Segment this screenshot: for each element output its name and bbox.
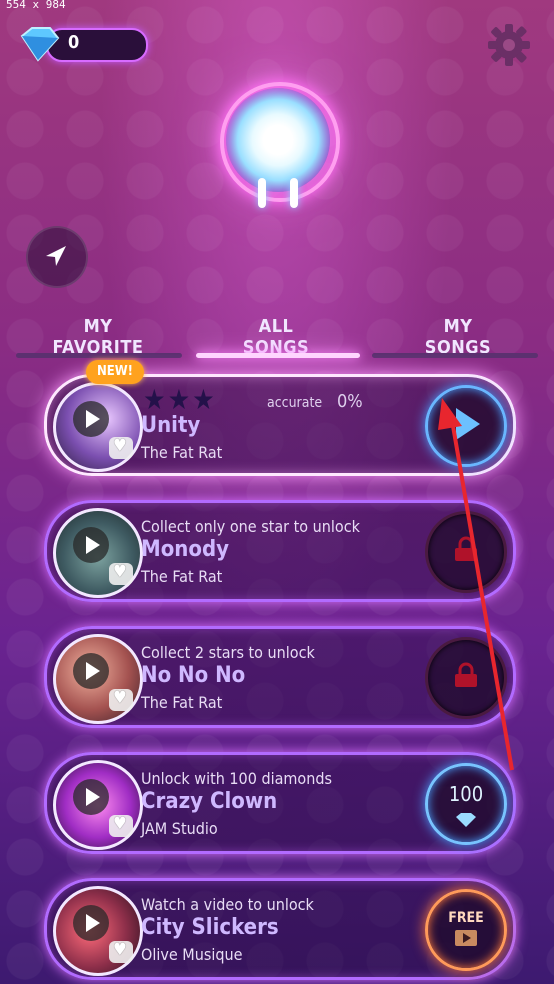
favorite-heart-icon[interactable] xyxy=(109,688,133,711)
song-artist: The Fat Rat xyxy=(141,443,223,462)
share-button[interactable] xyxy=(26,226,88,288)
unlock-condition: Collect 2 stars to unlock xyxy=(141,643,315,662)
unlock-condition: Unlock with 100 diamonds xyxy=(141,769,332,788)
favorite-heart-icon[interactable] xyxy=(109,940,133,963)
favorite-heart-icon[interactable] xyxy=(109,436,133,459)
song-card-city-slickers[interactable]: Watch a video to unlock City Slickers Ol… xyxy=(44,878,516,980)
diamond-count: 0 xyxy=(68,32,80,53)
video-icon xyxy=(455,930,477,946)
diamond-price: 100 xyxy=(448,782,484,806)
screen-size-label: 554 x 984 xyxy=(6,0,66,11)
preview-play-icon[interactable] xyxy=(73,401,109,437)
song-title: No No No xyxy=(141,663,246,688)
song-artist: The Fat Rat xyxy=(141,693,223,712)
orb-ring xyxy=(220,82,340,202)
locked-button[interactable] xyxy=(425,511,507,593)
star-rating: ★★★ xyxy=(143,383,217,416)
unlock-condition: Collect only one star to unlock xyxy=(141,517,360,536)
song-tabs: MY FAVORITE ALL SONGS MY SONGS xyxy=(0,306,554,366)
unlock-condition: Watch a video to unlock xyxy=(141,895,314,914)
player-orb xyxy=(218,80,340,210)
diamond-unlock-button[interactable]: 100 xyxy=(425,763,507,845)
accuracy-value: 0% xyxy=(337,391,363,412)
preview-play-icon[interactable] xyxy=(73,905,109,941)
song-title: Unity xyxy=(141,413,201,438)
song-card-unity[interactable]: ★★★ accurate 0% Unity The Fat Rat xyxy=(44,374,516,476)
tab-line-all-songs xyxy=(196,353,360,358)
accuracy-label: accurate xyxy=(267,395,323,411)
favorite-heart-icon[interactable] xyxy=(109,562,133,585)
play-button[interactable] xyxy=(425,385,507,467)
orb-leg-left xyxy=(258,178,266,208)
lock-icon xyxy=(455,536,477,561)
new-badge: NEW! xyxy=(86,360,144,384)
song-artist: Olive Musique xyxy=(141,945,243,964)
song-artist: JAM Studio xyxy=(141,819,218,838)
song-title: Crazy Clown xyxy=(141,789,278,814)
preview-play-icon[interactable] xyxy=(73,653,109,689)
gear-icon[interactable] xyxy=(486,22,532,68)
lock-icon xyxy=(455,662,477,687)
orb-leg-right xyxy=(290,178,298,208)
tab-my-songs[interactable]: MY SONGS xyxy=(412,316,504,358)
diamond-icon xyxy=(20,27,60,62)
favorite-heart-icon[interactable] xyxy=(109,814,133,837)
song-card-monody[interactable]: Collect only one star to unlock Monody T… xyxy=(44,500,516,602)
preview-play-icon[interactable] xyxy=(73,779,109,815)
tab-all-songs[interactable]: ALL SONGS xyxy=(230,316,322,358)
tab-my-favorite[interactable]: MY FAVORITE xyxy=(52,316,144,358)
watch-video-button[interactable]: FREE xyxy=(425,889,507,971)
diamond-counter[interactable]: 0 xyxy=(16,26,148,62)
tab-line-my-favorite xyxy=(16,353,182,358)
song-title: Monody xyxy=(141,537,230,562)
send-icon xyxy=(46,246,66,266)
preview-play-icon[interactable] xyxy=(73,527,109,563)
free-label: FREE xyxy=(448,910,484,926)
song-title: City Slickers xyxy=(141,915,279,940)
tab-line-my-songs xyxy=(372,353,538,358)
song-card-nonono[interactable]: Collect 2 stars to unlock No No No The F… xyxy=(44,626,516,728)
song-card-crazy-clown[interactable]: Unlock with 100 diamonds Crazy Clown JAM… xyxy=(44,752,516,854)
diamond-icon xyxy=(456,813,476,827)
song-artist: The Fat Rat xyxy=(141,567,223,586)
diamond-pill xyxy=(46,28,148,62)
locked-button[interactable] xyxy=(425,637,507,719)
